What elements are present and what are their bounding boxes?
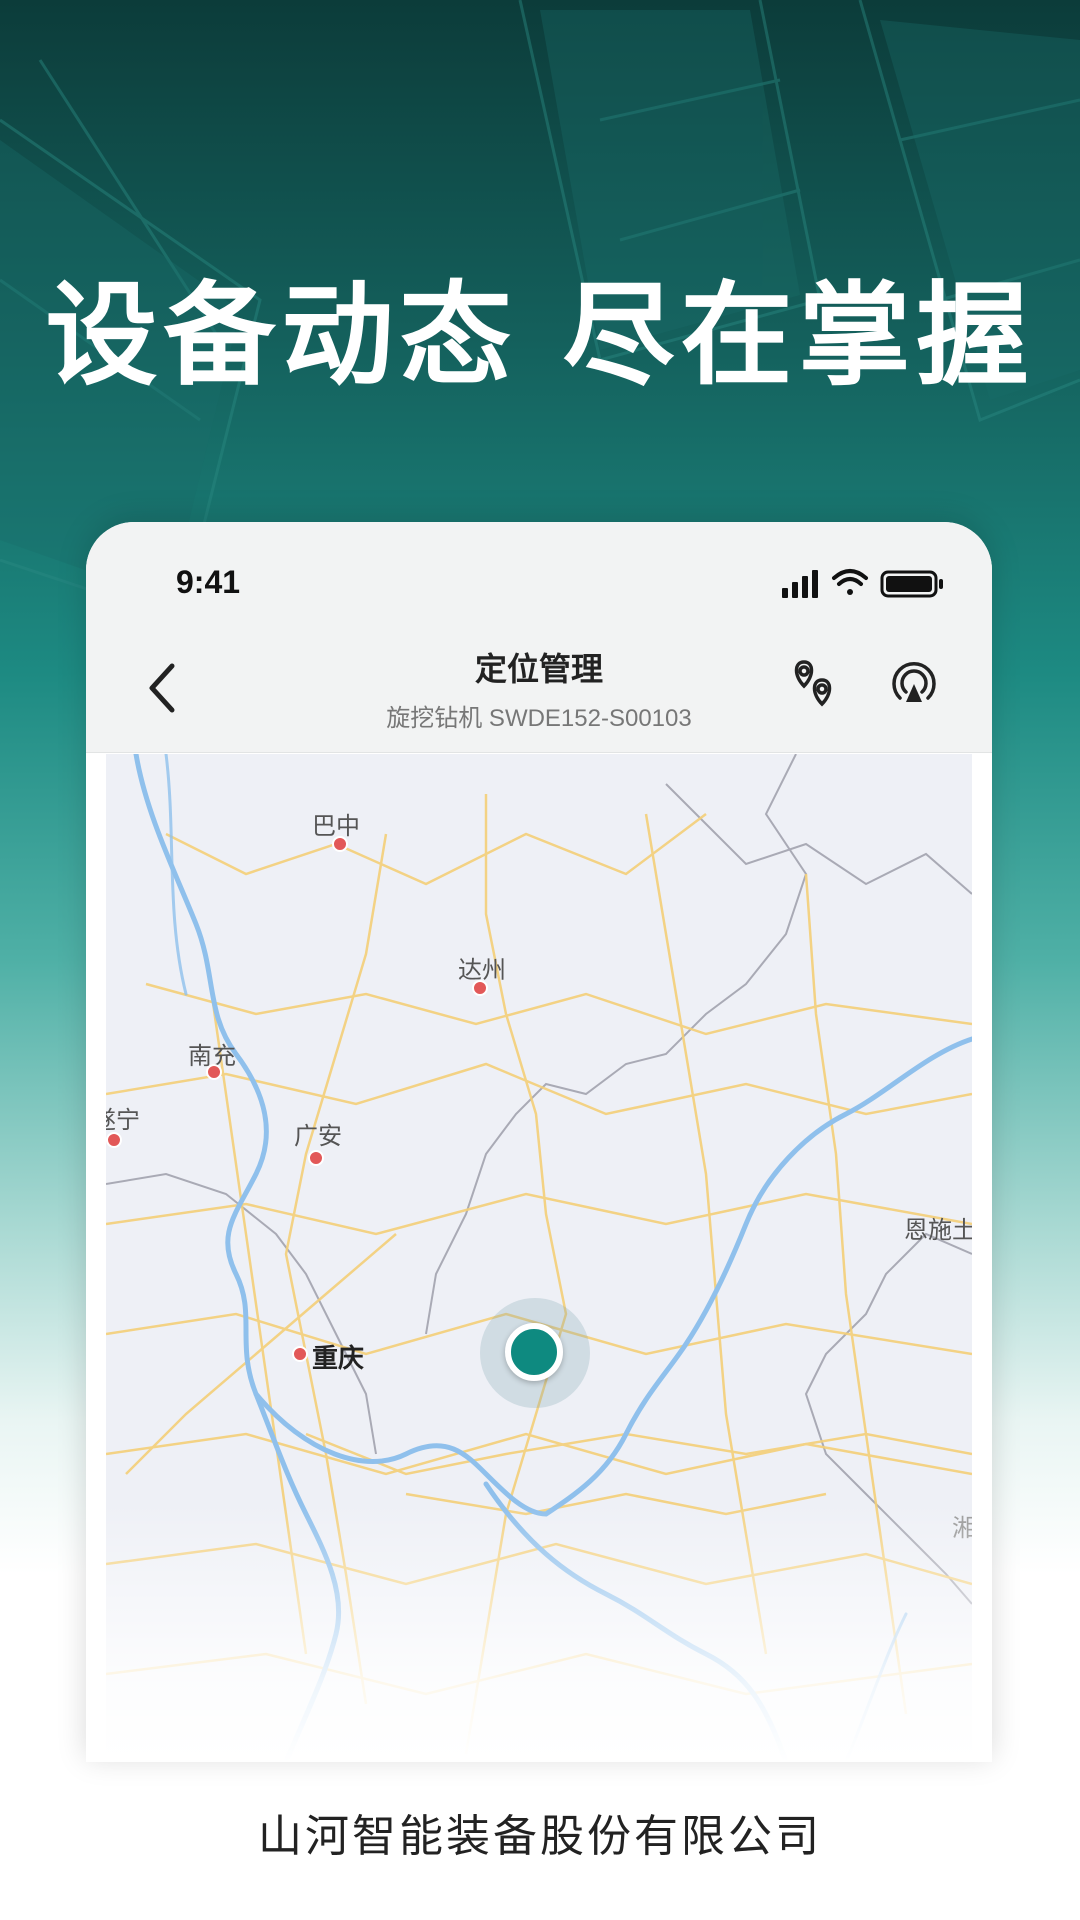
city-label-chongqing: 重庆 (312, 1344, 365, 1374)
battery-icon (880, 570, 943, 598)
nav-bar: 定位管理 旋挖钻机 SWDE152-S00103 (86, 622, 992, 753)
city-dot-dazhou (472, 980, 488, 996)
city-dot-suining (106, 1132, 122, 1148)
map-view[interactable]: 巴中 达州 南充 遂宁 广安 重庆 恩施土 湘 (106, 754, 972, 1762)
track-playback-icon[interactable] (886, 656, 942, 712)
device-subtitle: 旋挖钻机 SWDE152-S00103 (386, 705, 692, 732)
headline: 设备动态 尽在掌握 (45, 271, 1035, 401)
phone-mockup: 9:41 定位管理 旋挖钻机 SWDE152-S00103 巴中 达州 南充 宁… (86, 522, 992, 1762)
status-bar: 9:41 (86, 522, 992, 622)
city-dot-bazhong (332, 836, 348, 852)
signal-icon (782, 570, 818, 598)
city-dot-chongqing (292, 1346, 308, 1362)
city-dot-guangan (308, 1150, 324, 1166)
device-location-marker[interactable] (505, 1323, 563, 1381)
wifi-icon (832, 569, 868, 595)
company-name: 山河智能装备股份有限公司 (258, 1811, 822, 1862)
status-icons (782, 569, 943, 598)
multi-location-icon[interactable] (786, 656, 842, 712)
city-dot-nanchong (206, 1064, 222, 1080)
map-layer (106, 754, 972, 1762)
city-label-enshi: 恩施土 (904, 1216, 972, 1244)
city-label-hu: 湘 (952, 1514, 972, 1542)
page-title: 定位管理 (474, 650, 603, 688)
city-label-guangan: 广安 (294, 1122, 342, 1150)
city-label-suining: 遂宁 (106, 1106, 140, 1134)
status-time: 9:41 (176, 564, 241, 600)
